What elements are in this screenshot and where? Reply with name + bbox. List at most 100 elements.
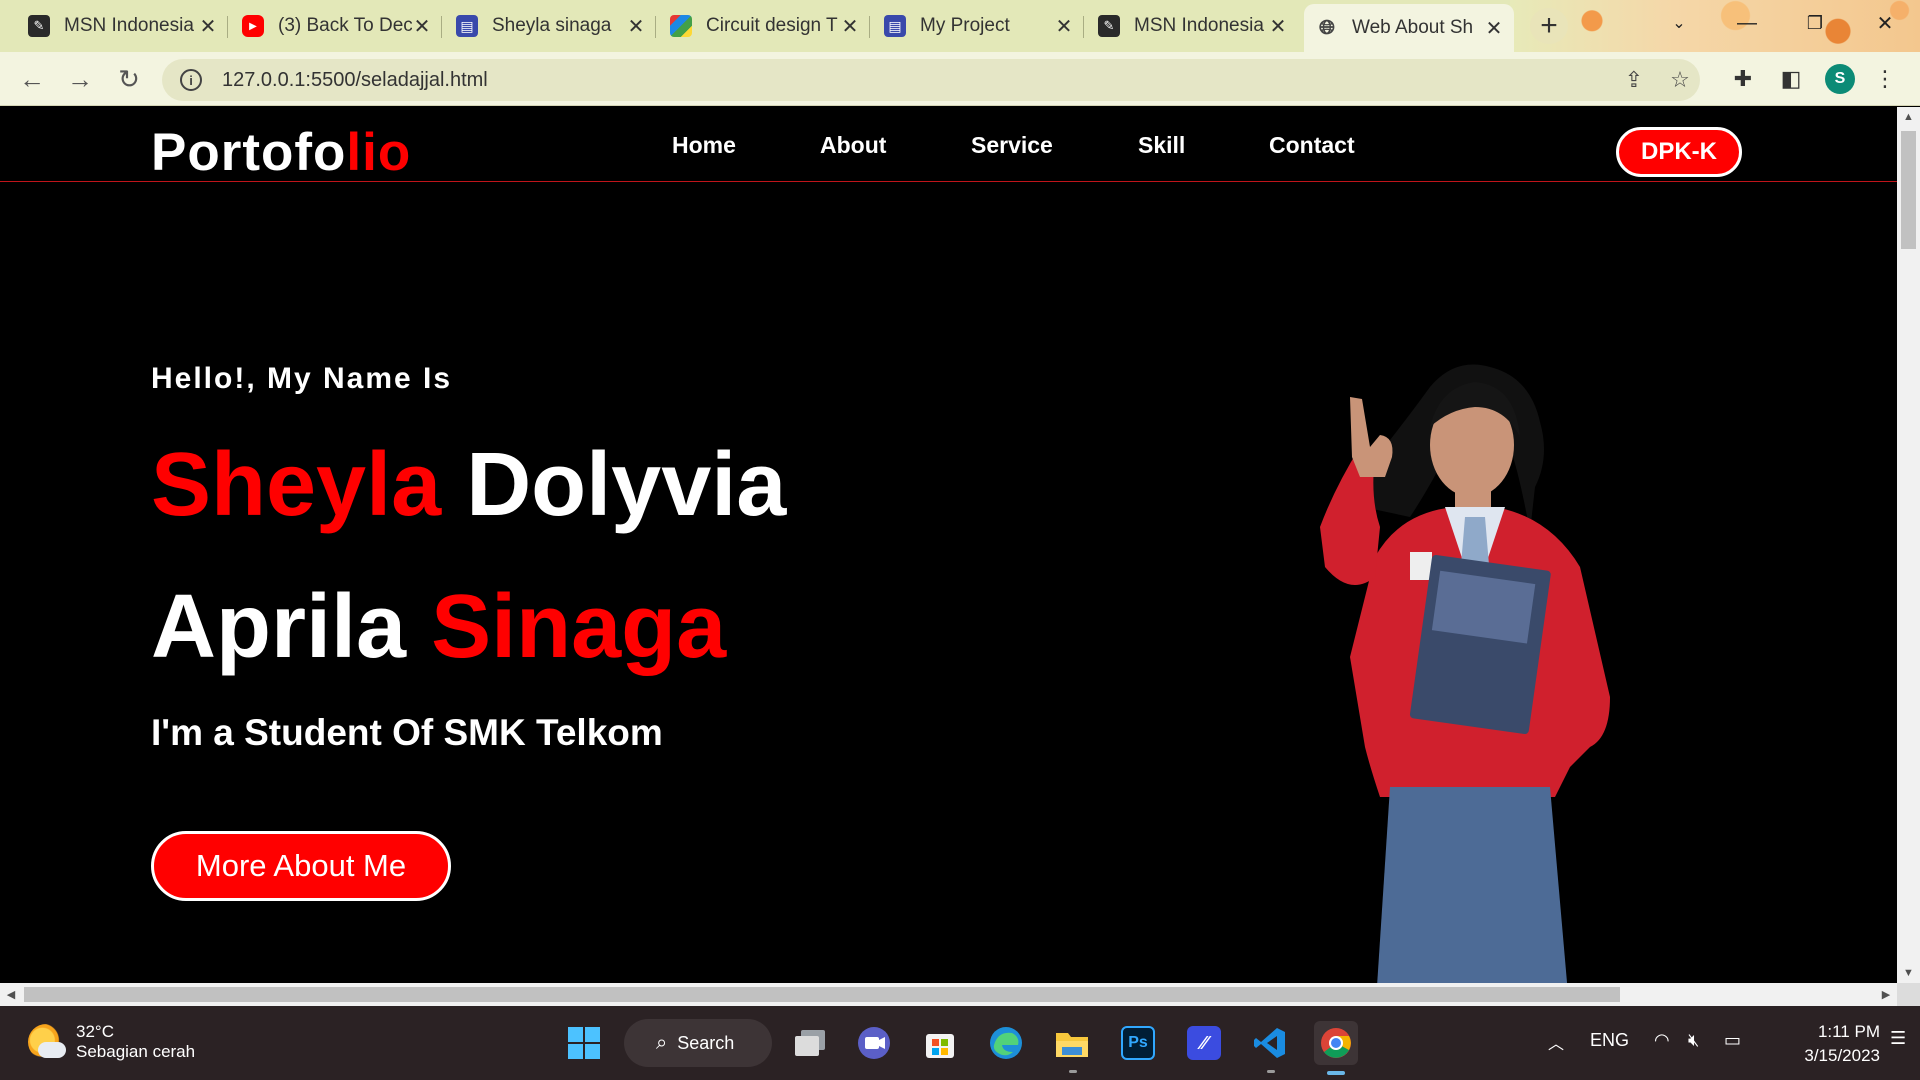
wifi-icon[interactable]: ◠ <box>1654 1030 1670 1051</box>
photoshop-icon[interactable]: Ps <box>1116 1021 1160 1065</box>
browser-tab[interactable]: ▶ (3) Back To Dec ✕ <box>230 6 442 46</box>
name-third: Aprila <box>151 577 407 677</box>
vertical-scroll-thumb[interactable] <box>1901 131 1916 249</box>
tab-title: Circuit design T <box>706 15 838 36</box>
search-icon: ⌕ <box>656 1031 668 1054</box>
msn-icon: ✎ <box>1098 15 1120 37</box>
vscode-icon[interactable] <box>1248 1021 1292 1065</box>
youtube-icon: ▶ <box>242 15 264 37</box>
site-navbar: Portofolio Home About Service Skill Cont… <box>0 107 1897 182</box>
tab-separator <box>655 16 656 38</box>
tinkercad-icon <box>670 15 692 37</box>
search-label: Search <box>677 1032 735 1053</box>
form-icon: ▤ <box>884 15 906 37</box>
windows-start-icon[interactable] <box>562 1021 606 1065</box>
weather-widget[interactable]: 32°C Sebagian cerah <box>28 1022 195 1062</box>
nav-link-contact[interactable]: Contact <box>1269 132 1355 159</box>
close-tab-icon[interactable]: ✕ <box>198 14 218 39</box>
store-icon[interactable] <box>918 1021 962 1065</box>
browser-tab[interactable]: ✎ MSN Indonesia ✕ <box>1086 6 1298 46</box>
windows-taskbar: 32°C Sebagian cerah ⌕ Search Ps ⁄⁄ ︿ ENG… <box>0 1006 1920 1080</box>
form-icon: ▤ <box>456 15 478 37</box>
close-tab-icon[interactable]: ✕ <box>626 14 646 39</box>
task-view-icon[interactable] <box>788 1021 832 1065</box>
tab-title: MSN Indonesia <box>64 15 194 36</box>
webpage: Portofolio Home About Service Skill Cont… <box>0 107 1897 983</box>
tab-search-icon[interactable]: ⌄ <box>1656 4 1702 42</box>
tab-title: My Project <box>920 15 1010 36</box>
browser-tab[interactable]: ▤ Sheyla sinaga ✕ <box>444 6 656 46</box>
vertical-scrollbar[interactable]: ▲ ▼ <box>1897 107 1920 983</box>
address-bar[interactable]: i 127.0.0.1:5500/seladajjal.html ⇪ ☆ <box>162 59 1700 101</box>
logo-main-text: Portofo <box>151 123 347 182</box>
weather-description: Sebagian cerah <box>76 1042 196 1061</box>
battery-icon[interactable]: ▭ <box>1724 1030 1741 1051</box>
close-tab-icon[interactable]: ✕ <box>840 14 860 39</box>
forward-icon[interactable]: → <box>61 60 99 98</box>
scroll-right-icon[interactable]: ▶ <box>1875 983 1897 1006</box>
running-indicator <box>1069 1070 1077 1073</box>
profile-avatar[interactable]: S <box>1825 64 1855 94</box>
profile-photo <box>1320 364 1610 983</box>
restore-icon[interactable]: ❐ <box>1792 4 1838 42</box>
share-icon[interactable]: ⇪ <box>1619 65 1649 95</box>
more-about-me-button[interactable]: More About Me <box>151 831 451 901</box>
skirt-shape <box>1377 787 1568 983</box>
nav-link-about[interactable]: About <box>820 132 886 159</box>
browser-tab[interactable]: ▤ My Project ✕ <box>872 6 1084 46</box>
name-second: Dolyvia <box>466 435 787 535</box>
browser-tab-active[interactable]: 🌐︎ Web About Sh ✕ <box>1304 4 1514 52</box>
close-tab-icon[interactable]: ✕ <box>1484 16 1504 41</box>
volume-muted-icon[interactable]: 🔇︎ <box>1688 1030 1699 1051</box>
close-tab-icon[interactable]: ✕ <box>1054 14 1074 39</box>
reload-icon[interactable]: ↻ <box>110 60 148 98</box>
site-logo[interactable]: Portofolio <box>151 122 411 183</box>
show-hidden-icons-icon[interactable]: ︿ <box>1548 1030 1564 1054</box>
url-text[interactable]: 127.0.0.1:5500/seladajjal.html <box>222 69 488 92</box>
tab-separator <box>227 16 228 38</box>
app-icon[interactable]: ⁄⁄ <box>1182 1021 1226 1065</box>
tab-title: MSN Indonesia <box>1134 15 1264 36</box>
new-tab-button[interactable]: + <box>1530 8 1568 44</box>
name-tag-shape <box>1410 552 1432 580</box>
close-window-icon[interactable]: ✕ <box>1862 4 1908 42</box>
taskbar-search[interactable]: ⌕ Search <box>624 1019 772 1067</box>
tab-separator <box>1083 16 1084 38</box>
language-indicator[interactable]: ENG <box>1590 1030 1629 1051</box>
partly-sunny-icon <box>28 1024 66 1060</box>
notification-icon[interactable]: ☰ <box>1890 1028 1906 1049</box>
nav-link-home[interactable]: Home <box>672 132 736 159</box>
browser-tab[interactable]: Circuit design T ✕ <box>658 6 870 46</box>
edge-icon[interactable] <box>984 1021 1028 1065</box>
file-explorer-icon[interactable] <box>1050 1021 1094 1065</box>
horizontal-scroll-thumb[interactable] <box>24 987 1620 1002</box>
name-first: Sheyla <box>151 435 442 535</box>
close-tab-icon[interactable]: ✕ <box>412 14 432 39</box>
browser-tab[interactable]: ✎ MSN Indonesia ✕ <box>16 6 228 46</box>
back-icon[interactable]: ← <box>13 60 51 98</box>
horizontal-scrollbar[interactable]: ◀ ▶ <box>0 983 1897 1006</box>
minimize-icon[interactable]: — <box>1724 4 1770 42</box>
hero-greeting: Hello!, My Name Is <box>151 362 453 395</box>
browser-toolbar: ← → ↻ i 127.0.0.1:5500/seladajjal.html ⇪… <box>0 52 1920 106</box>
dpk-badge-button[interactable]: DPK-K <box>1616 127 1742 177</box>
hero-role: I'm a Student Of SMK Telkom <box>151 712 663 753</box>
clock-date: 3/15/2023 <box>1804 1046 1880 1065</box>
scroll-up-icon[interactable]: ▲ <box>1897 107 1920 127</box>
logo-accent-text: lio <box>346 123 412 182</box>
menu-kebab-icon[interactable]: ⋮ <box>1870 64 1900 94</box>
nav-link-service[interactable]: Service <box>971 132 1053 159</box>
chrome-icon[interactable] <box>1314 1021 1358 1065</box>
nav-link-skill[interactable]: Skill <box>1138 132 1185 159</box>
taskbar-clock[interactable]: 1:11 PM 3/15/2023 <box>1770 1020 1880 1068</box>
teams-icon[interactable] <box>852 1021 896 1065</box>
scroll-down-icon[interactable]: ▼ <box>1897 963 1920 983</box>
close-tab-icon[interactable]: ✕ <box>1268 14 1288 39</box>
bookmark-star-icon[interactable]: ☆ <box>1665 65 1695 95</box>
temperature: 32°C <box>76 1022 114 1041</box>
extensions-icon[interactable]: ✚ <box>1728 64 1758 94</box>
side-panel-icon[interactable]: ◧ <box>1776 64 1806 94</box>
scroll-left-icon[interactable]: ◀ <box>0 983 22 1006</box>
site-info-icon[interactable]: i <box>180 69 202 91</box>
hero-name-line-2: Aprila Sinaga <box>151 582 726 672</box>
